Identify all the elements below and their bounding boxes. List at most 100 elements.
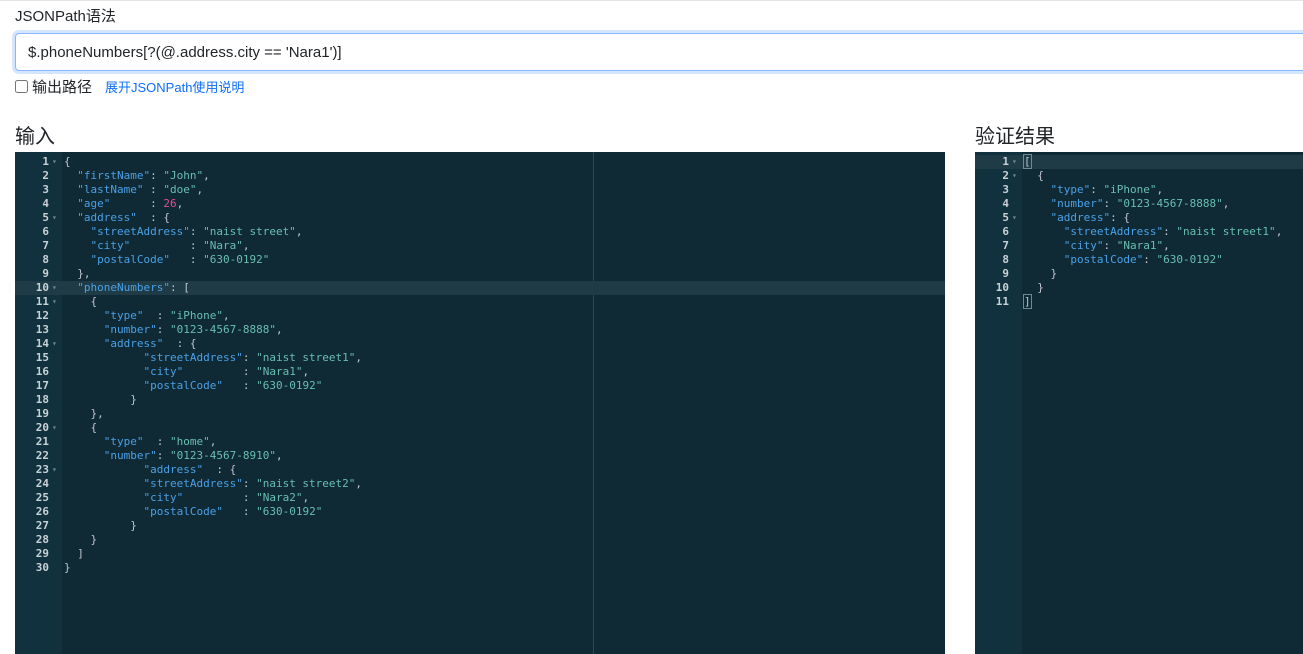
- code-line[interactable]: 22 "number": "0123-4567-8910",: [15, 449, 945, 463]
- code-line[interactable]: 7 "city": "Nara1",: [975, 239, 1303, 253]
- editor-lines: 1 ▾[2 ▾ {3 "type": "iPhone", 4 "number": "0…: [975, 154, 1303, 309]
- code-line[interactable]: 16 "city" : "Nara1",: [15, 365, 945, 379]
- fold-toggle-icon[interactable]: ▾: [52, 337, 61, 351]
- fold-toggle-icon[interactable]: ▾: [52, 211, 61, 225]
- code-line[interactable]: 11 ▾ {: [15, 295, 945, 309]
- line-number: 11: [995, 295, 1009, 308]
- line-number: 9: [1002, 267, 1009, 280]
- code-line[interactable]: 26 "postalCode" : "630-0192": [15, 505, 945, 519]
- code-text: {: [64, 421, 98, 434]
- code-line[interactable]: 2 ▾ {: [975, 169, 1303, 183]
- code-text: }: [1024, 267, 1058, 280]
- code-line[interactable]: 4 "age" : 26,: [15, 197, 945, 211]
- line-number: 29: [35, 547, 49, 560]
- code-line[interactable]: 8 "postalCode" : "630-0192": [15, 253, 945, 267]
- line-number: 3: [1002, 183, 1009, 196]
- jsonpath-help-link[interactable]: 展开JSONPath使用说明: [105, 77, 244, 96]
- line-number: 9: [42, 267, 49, 280]
- line-number: 6: [1002, 225, 1009, 238]
- line-number: 10: [35, 281, 49, 294]
- line-number: 2: [1002, 169, 1009, 182]
- code-text: "streetAddress": "naist street",: [90, 225, 303, 238]
- code-text: }: [1024, 281, 1044, 294]
- code-line[interactable]: 9 }: [975, 267, 1303, 281]
- code-line[interactable]: 1 ▾[: [975, 154, 1303, 169]
- code-line[interactable]: 15 "streetAddress": "naist street1",: [15, 351, 945, 365]
- output-path-label[interactable]: 输出路径: [32, 76, 92, 97]
- code-text: "address" : {: [77, 211, 170, 224]
- code-text: {: [64, 295, 98, 308]
- code-text: "address" : {: [143, 463, 237, 476]
- code-text: "type" : "home",: [103, 435, 217, 448]
- code-line[interactable]: 7 "city" : "Nara",: [15, 239, 945, 253]
- code-text: }: [64, 519, 137, 532]
- line-number: 20: [35, 421, 49, 434]
- line-number: 16: [35, 365, 49, 378]
- fold-toggle-icon[interactable]: ▾: [52, 295, 61, 309]
- line-number: 3: [42, 183, 49, 196]
- code-line[interactable]: 2 "firstName": "John",: [15, 169, 945, 183]
- code-line[interactable]: 1 ▾{: [15, 155, 945, 169]
- line-number: 7: [42, 239, 49, 252]
- code-line[interactable]: 10 }: [975, 281, 1303, 295]
- line-number: 14: [35, 337, 49, 350]
- result-json-editor[interactable]: 1 ▾[2 ▾ {3 "type": "iPhone", 4 "number": "0…: [975, 152, 1303, 654]
- code-line[interactable]: 5 ▾ "address" : {: [15, 211, 945, 225]
- line-number: 28: [35, 533, 49, 546]
- fold-toggle-icon[interactable]: ▾: [52, 421, 61, 435]
- code-line[interactable]: 11]: [975, 294, 1303, 309]
- code-text: "streetAddress": "naist street1",: [143, 351, 363, 364]
- fold-toggle-icon[interactable]: ▾: [52, 281, 61, 295]
- line-number: 25: [35, 491, 49, 504]
- code-line[interactable]: 23 ▾ "address" : {: [15, 463, 945, 477]
- fold-toggle-icon[interactable]: ▾: [52, 463, 61, 477]
- code-line[interactable]: 27 }: [15, 519, 945, 533]
- code-line[interactable]: 20 ▾ {: [15, 421, 945, 435]
- code-line[interactable]: 29 ]: [15, 547, 945, 561]
- code-line[interactable]: 19 },: [15, 407, 945, 421]
- code-line[interactable]: 8 "postalCode": "630-0192": [975, 253, 1303, 267]
- code-line[interactable]: 28 }: [15, 533, 945, 547]
- code-text: "streetAddress": "naist street2",: [143, 477, 363, 490]
- code-line[interactable]: 25 "city" : "Nara2",: [15, 491, 945, 505]
- code-line[interactable]: 24 "streetAddress": "naist street2",: [15, 477, 945, 491]
- line-number: 19: [35, 407, 49, 420]
- code-line[interactable]: 9 },: [15, 267, 945, 281]
- code-text: "number": "0123-4567-8888",: [1050, 197, 1230, 210]
- code-line[interactable]: 18 }: [15, 393, 945, 407]
- code-line[interactable]: 17 "postalCode" : "630-0192": [15, 379, 945, 393]
- code-line[interactable]: 6 "streetAddress": "naist street",: [15, 225, 945, 239]
- line-number: 13: [35, 323, 49, 336]
- code-text: "address": {: [1050, 211, 1130, 224]
- code-line[interactable]: 21 "type" : "home",: [15, 435, 945, 449]
- fold-toggle-icon[interactable]: ▾: [1012, 211, 1021, 225]
- input-json-editor[interactable]: 1 ▾{2 "firstName": "John", 3 "lastName" : …: [15, 152, 945, 654]
- fold-toggle-icon[interactable]: ▾: [52, 155, 61, 169]
- code-line[interactable]: 12 "type" : "iPhone",: [15, 309, 945, 323]
- code-text: "lastName" : "doe",: [77, 183, 204, 196]
- top-border: [0, 0, 1303, 1]
- fold-toggle-icon[interactable]: ▾: [1012, 169, 1021, 183]
- code-text: "streetAddress": "naist street1",: [1063, 225, 1283, 238]
- line-number: 11: [35, 295, 49, 308]
- line-number: 26: [35, 505, 49, 518]
- code-line[interactable]: 3 "type": "iPhone",: [975, 183, 1303, 197]
- line-number: 21: [35, 435, 49, 448]
- code-line[interactable]: 14 ▾ "address" : {: [15, 337, 945, 351]
- line-number: 4: [42, 197, 49, 210]
- line-number: 5: [42, 211, 49, 224]
- jsonpath-query-input[interactable]: [15, 33, 1303, 71]
- line-number: 1: [42, 155, 49, 168]
- code-line[interactable]: 13 "number": "0123-4567-8888",: [15, 323, 945, 337]
- code-line[interactable]: 3 "lastName" : "doe",: [15, 183, 945, 197]
- output-path-checkbox[interactable]: [15, 80, 28, 93]
- fold-toggle-icon[interactable]: ▾: [1012, 155, 1021, 169]
- code-text: "postalCode" : "630-0192": [143, 379, 323, 392]
- line-number: 27: [35, 519, 49, 532]
- code-line[interactable]: 30}: [15, 561, 945, 575]
- code-text: "city" : "Nara2",: [143, 491, 310, 504]
- code-line[interactable]: 5 ▾ "address": {: [975, 211, 1303, 225]
- code-line[interactable]: 10 ▾ "phoneNumbers": [: [15, 281, 945, 295]
- code-line[interactable]: 6 "streetAddress": "naist street1",: [975, 225, 1303, 239]
- code-line[interactable]: 4 "number": "0123-4567-8888",: [975, 197, 1303, 211]
